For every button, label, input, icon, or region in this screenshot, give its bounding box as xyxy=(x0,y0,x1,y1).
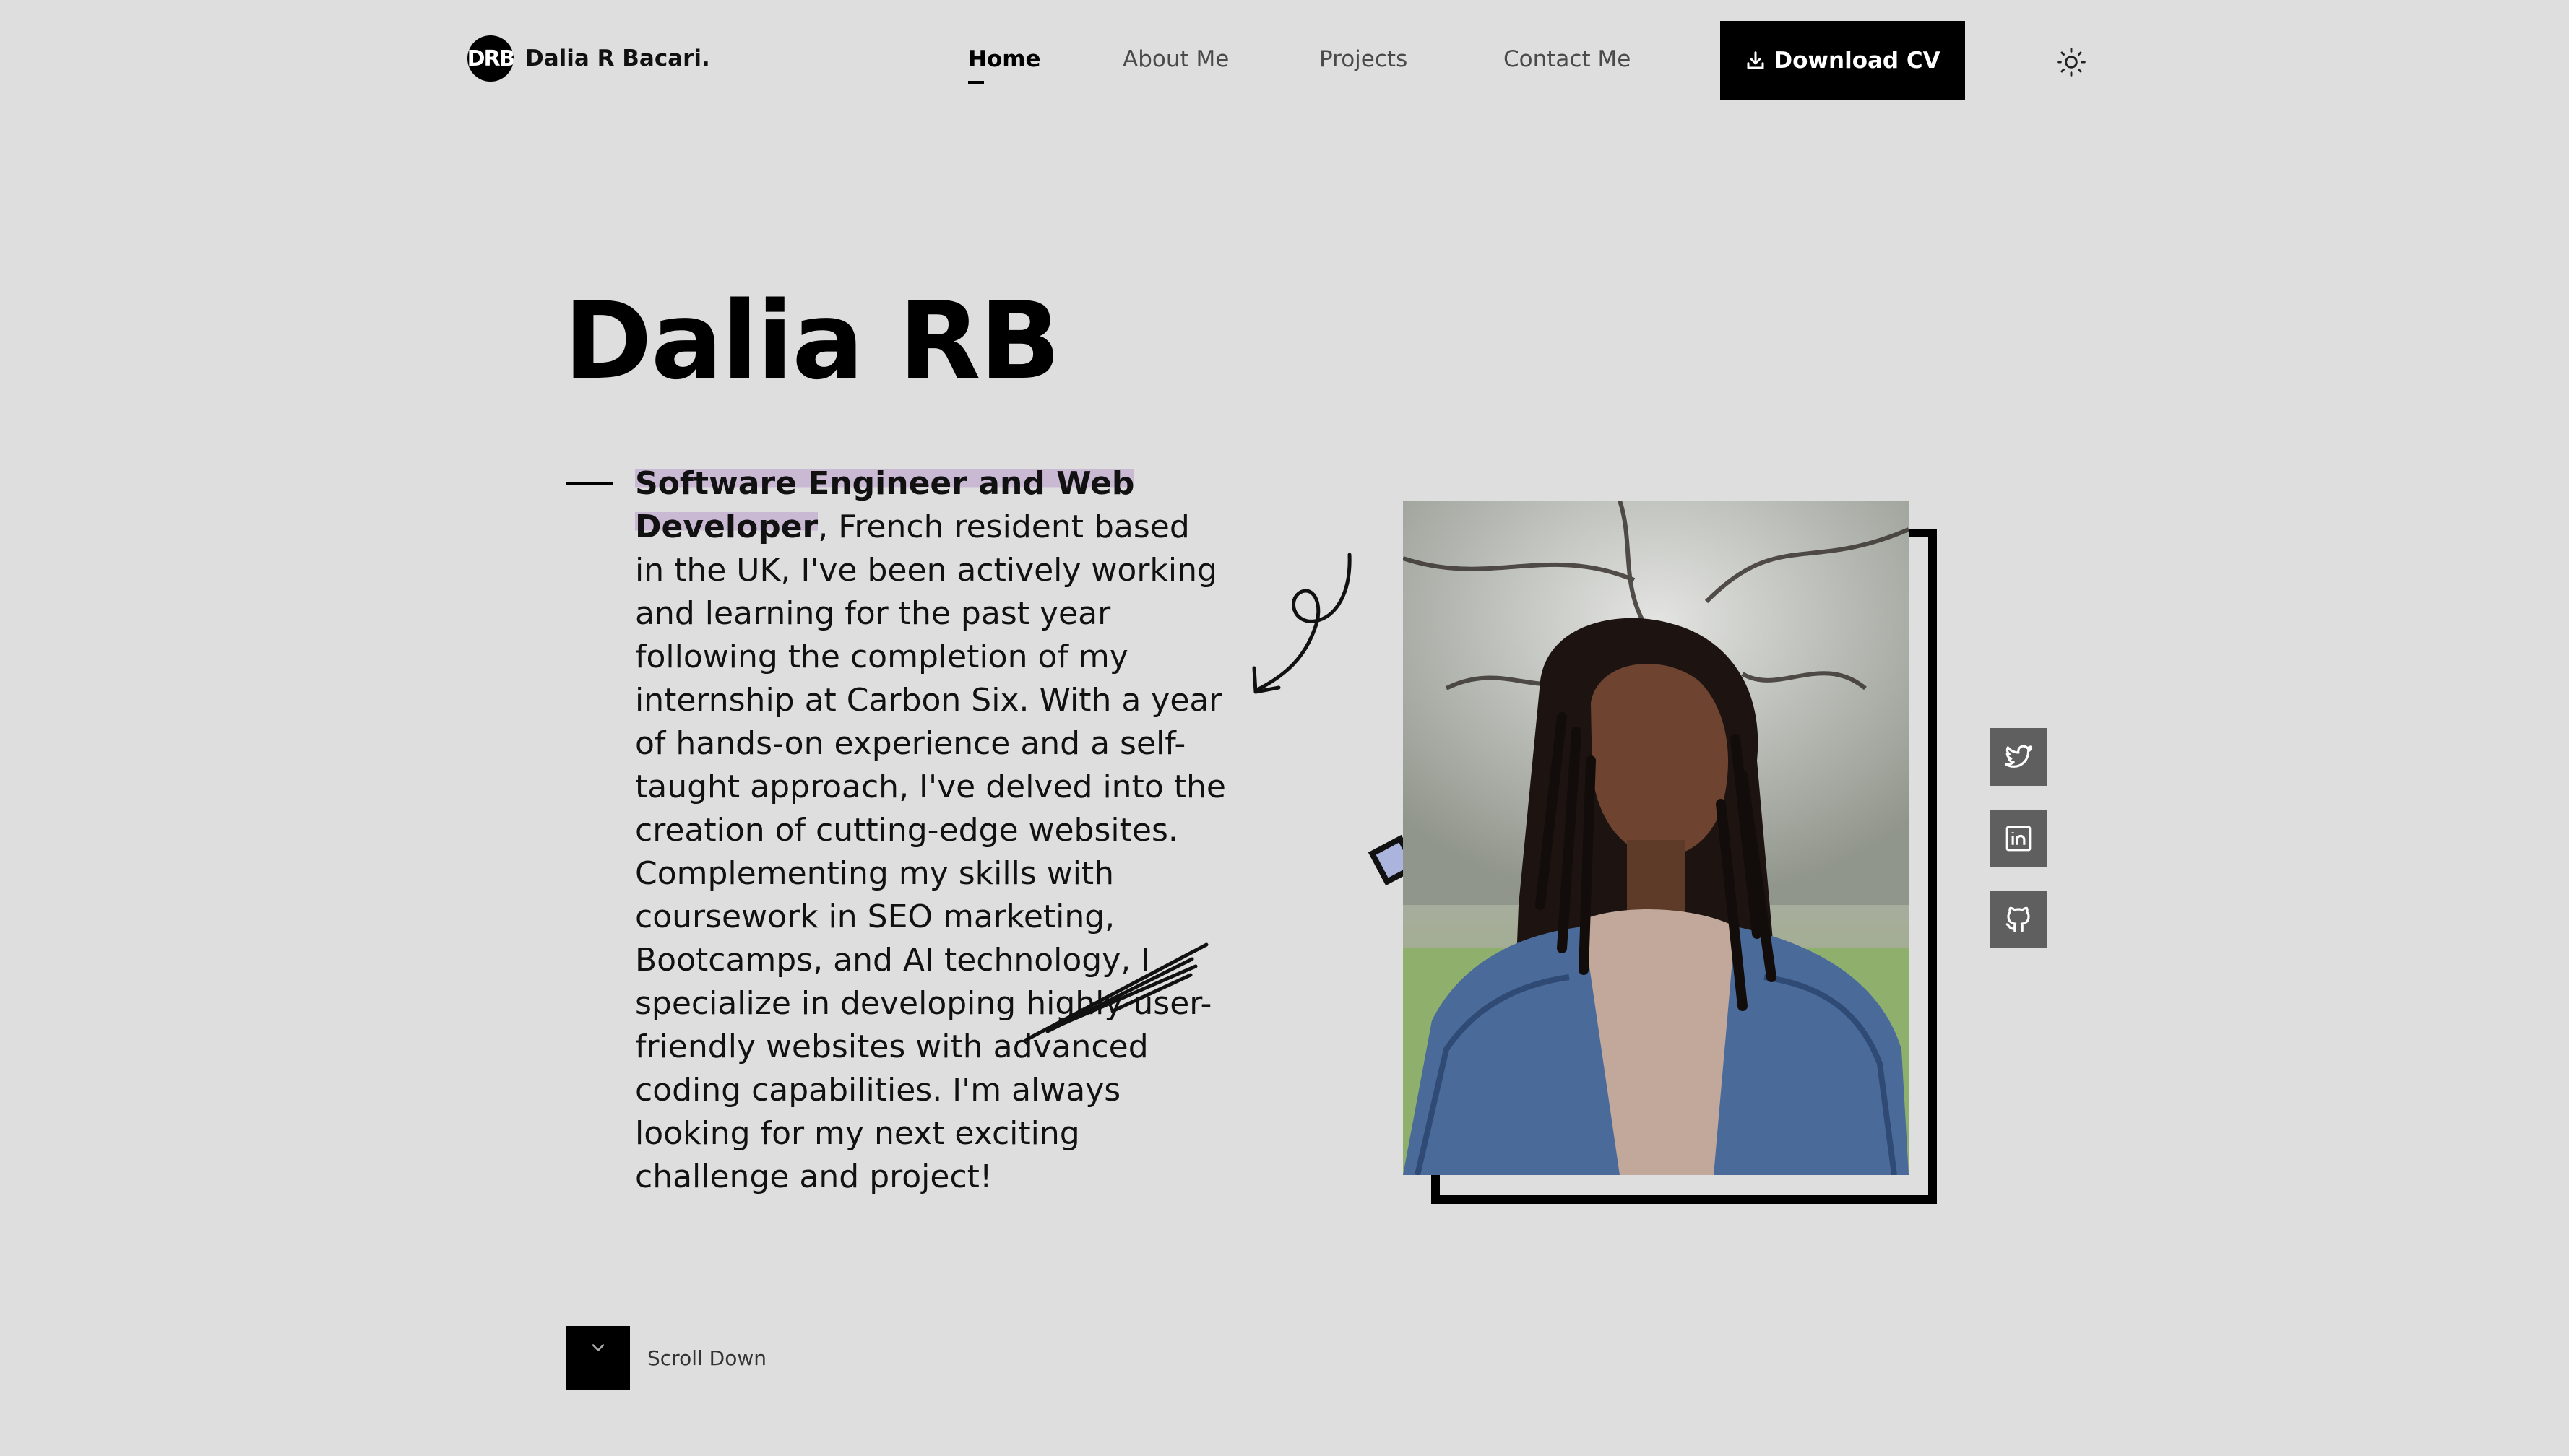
hero-bio: Software Engineer and Web Developer, Fre… xyxy=(635,462,1227,1199)
header: DRB Dalia R Bacari. Home About Me Projec… xyxy=(0,0,2569,123)
linkedin-button[interactable] xyxy=(1990,810,2047,867)
download-cv-label: Download CV xyxy=(1774,48,1940,74)
github-button[interactable] xyxy=(1990,890,2047,948)
nav-home[interactable]: Home xyxy=(968,46,1041,84)
linkedin-icon xyxy=(2005,826,2032,852)
nav-about-me[interactable]: About Me xyxy=(1123,46,1229,72)
twitter-button[interactable] xyxy=(1990,728,2047,786)
sun-icon xyxy=(2057,48,2086,77)
nav-contact-me[interactable]: Contact Me xyxy=(1503,46,1631,72)
profile-photo-illustration xyxy=(1403,500,1909,1175)
github-icon xyxy=(2005,906,2030,932)
profile-photo xyxy=(1403,500,1909,1175)
hero-title: Dalia RB xyxy=(564,279,1061,403)
swirl-arrow-icon xyxy=(1252,552,1352,694)
download-icon xyxy=(1747,51,1764,69)
theme-toggle-button[interactable] xyxy=(2055,46,2087,78)
main-nav: Home About Me Projects Contact Me xyxy=(0,46,2569,90)
scroll-down-button[interactable] xyxy=(566,1326,630,1390)
scroll-down[interactable]: Scroll Down xyxy=(566,1326,767,1390)
nav-projects[interactable]: Projects xyxy=(1319,46,1407,72)
chevron-down-icon xyxy=(592,1344,605,1351)
download-cv-button[interactable]: Download CV xyxy=(1720,21,1965,100)
hero-bio-text: , French resident based in the UK, I've … xyxy=(635,508,1226,1195)
decorative-dash xyxy=(566,482,613,485)
twitter-icon xyxy=(2004,745,2033,768)
scroll-down-label: Scroll Down xyxy=(647,1346,767,1370)
scribble-icon xyxy=(1024,942,1209,1042)
